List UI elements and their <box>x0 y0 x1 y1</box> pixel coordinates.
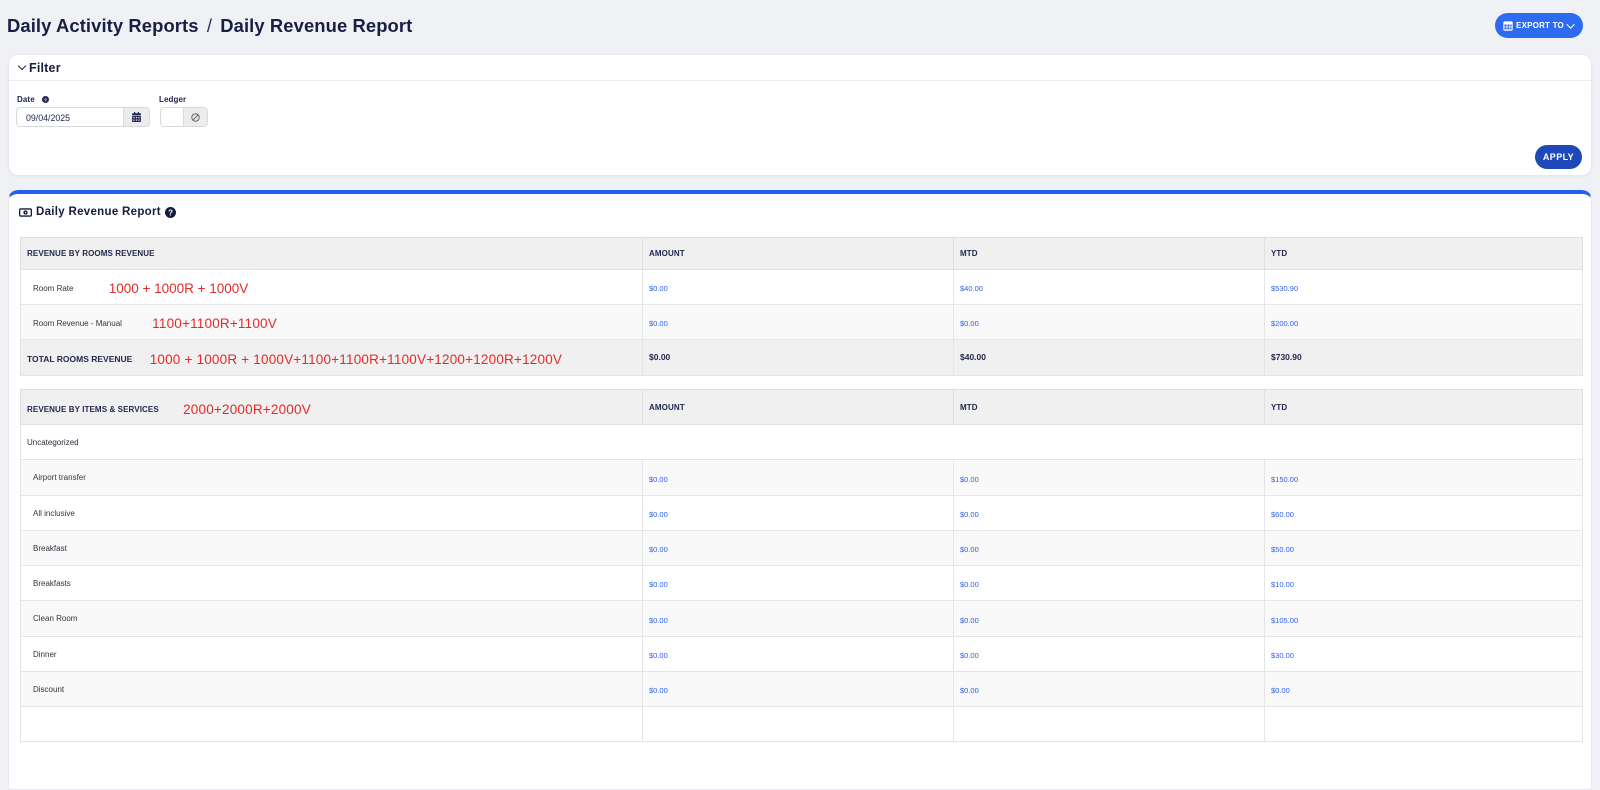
svg-text:?: ? <box>44 97 47 103</box>
svg-text:?: ? <box>168 208 173 217</box>
